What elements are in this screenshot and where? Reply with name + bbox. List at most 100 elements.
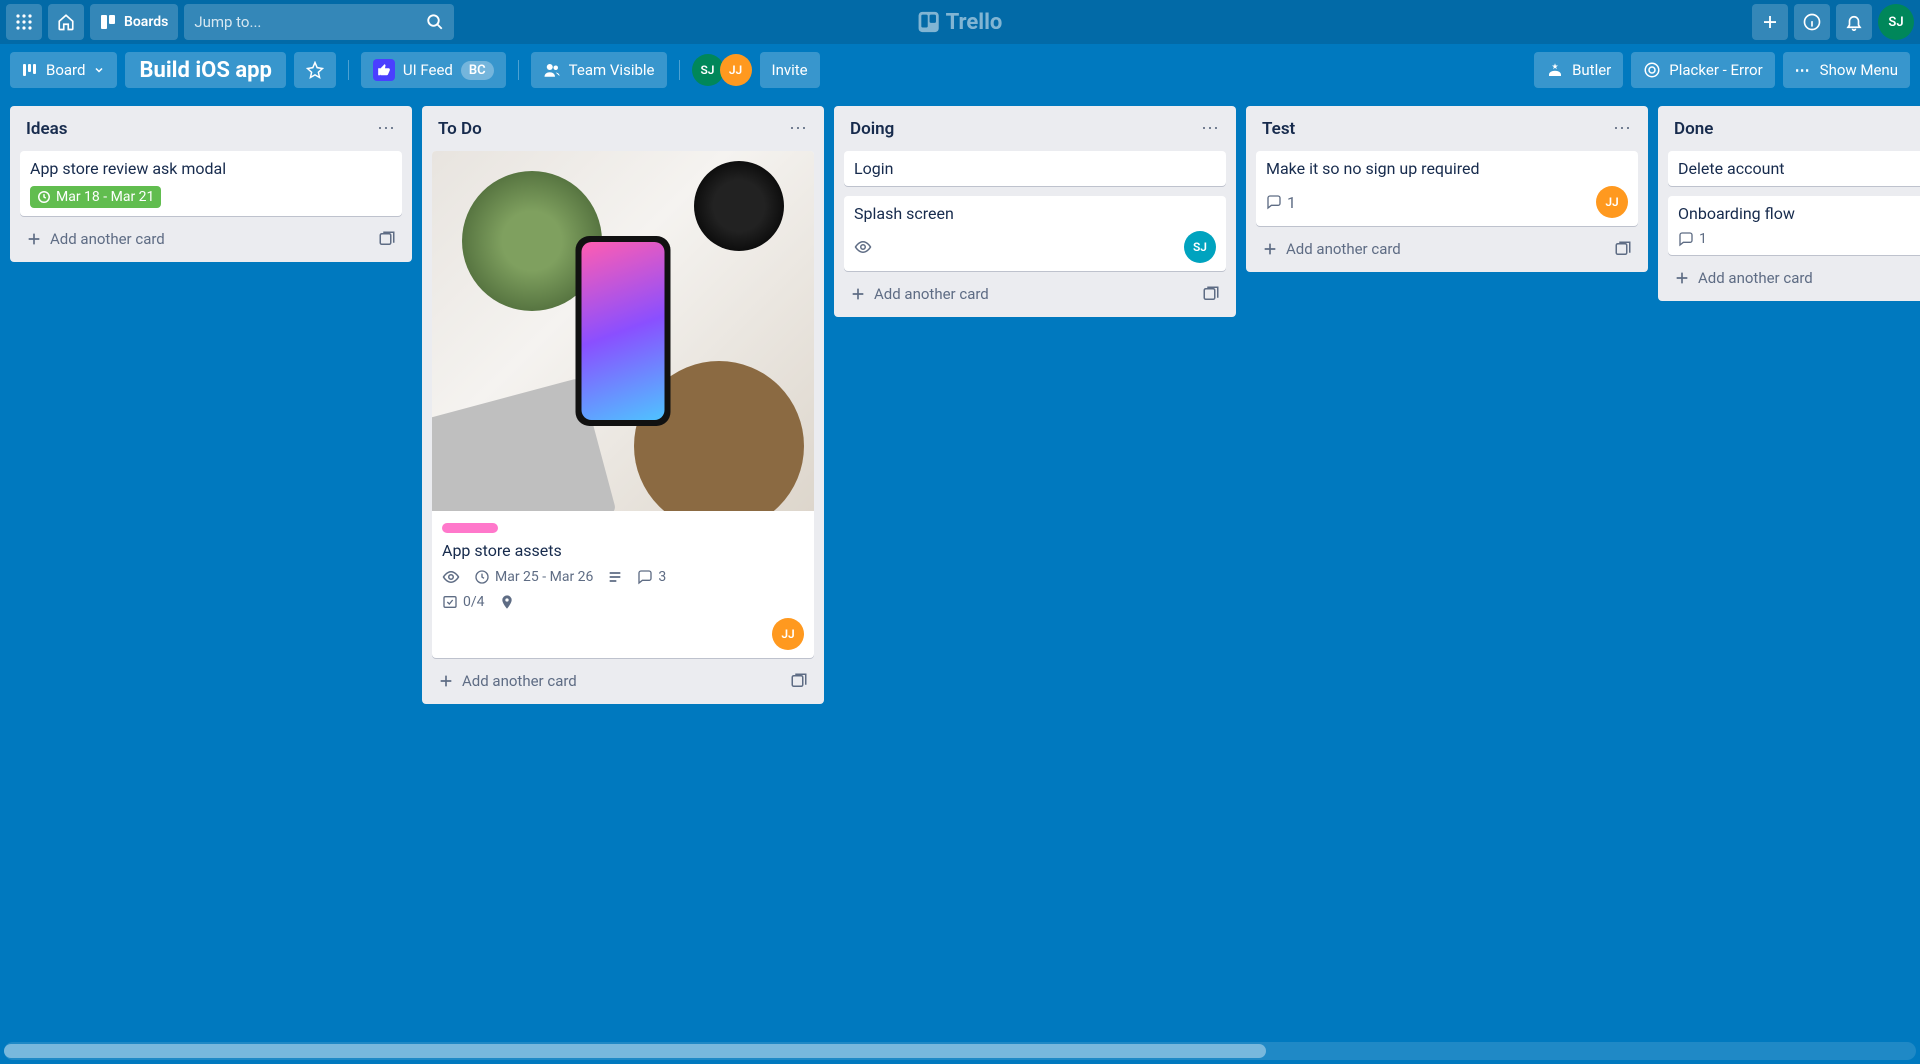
global-header: Boards Trello SJ (0, 0, 1920, 44)
boards-label: Boards (124, 14, 168, 30)
card-title: Delete account (1678, 159, 1918, 178)
add-card-button[interactable]: Add another card (844, 281, 1226, 307)
checklist-badge: 0/4 (442, 594, 485, 610)
placker-button[interactable]: Placker - Error (1631, 52, 1774, 88)
logo[interactable]: Trello (918, 10, 1003, 35)
card[interactable]: App store assets Mar 25 - Mar 26 3 (432, 151, 814, 658)
comments-badge: 1 (1266, 193, 1296, 212)
list-done[interactable]: Done ⋯ Delete account Onboarding flow 1 … (1658, 106, 1920, 301)
plus-icon (1262, 241, 1278, 257)
member-stack[interactable]: SJ JJ (692, 54, 752, 86)
star-button[interactable] (294, 52, 336, 88)
scrollbar-thumb[interactable] (4, 1044, 1266, 1058)
comment-icon (1266, 194, 1282, 210)
card-member-avatar[interactable]: SJ (1184, 231, 1216, 263)
member-avatar[interactable]: SJ (692, 54, 724, 86)
board-title[interactable]: Build iOS app (125, 52, 285, 88)
card-title: Login (854, 159, 1216, 178)
add-card-button[interactable]: Add another card (1256, 236, 1638, 262)
card[interactable]: Login (844, 151, 1226, 186)
board-header: Board Build iOS app UI Feed BC Team Visi… (0, 44, 1920, 96)
list-title[interactable]: Doing (850, 119, 894, 139)
watch-badge (854, 238, 872, 256)
list-title[interactable]: Test (1262, 119, 1295, 139)
template-icon[interactable] (378, 230, 396, 248)
template-icon[interactable] (1614, 240, 1632, 258)
template-icon[interactable] (790, 672, 808, 690)
apps-icon (16, 14, 32, 30)
list-ideas[interactable]: Ideas ⋯ App store review ask modal Mar 1… (10, 106, 412, 262)
card-label-pink[interactable] (442, 523, 498, 533)
add-card-button[interactable]: Add another card (432, 668, 814, 694)
thumbs-up-icon (373, 59, 395, 81)
due-badge: Mar 18 - Mar 21 (30, 186, 161, 208)
list-title[interactable]: Done (1674, 119, 1713, 139)
card-title: Onboarding flow (1678, 204, 1918, 223)
list-menu-button[interactable]: ⋯ (377, 118, 396, 139)
template-icon[interactable] (1202, 285, 1220, 303)
search-box[interactable] (184, 4, 454, 40)
info-button[interactable] (1794, 4, 1830, 40)
board-canvas[interactable]: Ideas ⋯ App store review ask modal Mar 1… (0, 96, 1920, 1044)
bell-icon (1845, 13, 1863, 31)
apps-button[interactable] (6, 4, 42, 40)
plus-icon (850, 286, 866, 302)
header-avatar[interactable]: SJ (1878, 4, 1914, 40)
invite-label: Invite (772, 61, 808, 79)
trello-logo-icon (918, 11, 940, 33)
clock-icon (474, 569, 490, 585)
card-title: App store assets (442, 541, 804, 560)
team-visible-button[interactable]: Team Visible (531, 52, 667, 88)
chevron-down-icon (93, 64, 105, 76)
search-input[interactable] (194, 13, 426, 31)
card-member-avatar[interactable]: JJ (772, 618, 804, 650)
plus-icon (1674, 270, 1690, 286)
card[interactable]: Onboarding flow 1 (1668, 196, 1920, 255)
list-doing[interactable]: Doing ⋯ Login Splash screen SJ Add anoth… (834, 106, 1236, 317)
logo-text: Trello (946, 10, 1003, 35)
add-card-label: Add another card (1286, 240, 1401, 258)
list-todo[interactable]: To Do ⋯ App store assets Mar 25 - Mar 26 (422, 106, 824, 704)
separator (518, 60, 519, 80)
location-icon (499, 594, 515, 610)
butler-button[interactable]: Butler (1534, 52, 1623, 88)
list-test[interactable]: Test ⋯ Make it so no sign up required 1 … (1246, 106, 1648, 272)
add-card-label: Add another card (1698, 269, 1813, 287)
ui-feed-button[interactable]: UI Feed BC (361, 52, 506, 88)
location-badge (499, 594, 515, 610)
view-switch-button[interactable]: Board (10, 52, 117, 88)
invite-button[interactable]: Invite (760, 52, 820, 88)
add-card-button[interactable]: Add another card (1668, 265, 1920, 291)
list-title[interactable]: To Do (438, 119, 482, 139)
description-icon (607, 569, 623, 585)
card-member-avatar[interactable]: JJ (1596, 186, 1628, 218)
comments-count: 1 (1287, 193, 1296, 212)
star-icon (306, 61, 324, 79)
clock-icon (37, 190, 51, 204)
home-button[interactable] (48, 4, 84, 40)
card-title: Make it so no sign up required (1266, 159, 1628, 178)
notifications-button[interactable] (1836, 4, 1872, 40)
list-menu-button[interactable]: ⋯ (1613, 118, 1632, 139)
checklist-count: 0/4 (463, 594, 485, 610)
plus-icon (438, 673, 454, 689)
eye-icon (442, 568, 460, 586)
card[interactable]: Splash screen SJ (844, 196, 1226, 271)
list-menu-button[interactable]: ⋯ (789, 118, 808, 139)
card[interactable]: Make it so no sign up required 1 JJ (1256, 151, 1638, 226)
card[interactable]: App store review ask modal Mar 18 - Mar … (20, 151, 402, 216)
list-title[interactable]: Ideas (26, 119, 67, 139)
create-button[interactable] (1752, 4, 1788, 40)
info-icon (1803, 13, 1821, 31)
card[interactable]: Delete account (1668, 151, 1920, 186)
dots-icon: ⋯ (1795, 61, 1812, 79)
show-menu-button[interactable]: ⋯ Show Menu (1783, 52, 1910, 88)
separator (348, 60, 349, 80)
boards-button[interactable]: Boards (90, 4, 178, 40)
horizontal-scrollbar[interactable] (4, 1042, 1916, 1060)
list-menu-button[interactable]: ⋯ (1201, 118, 1220, 139)
add-card-button[interactable]: Add another card (20, 226, 402, 252)
member-avatar[interactable]: JJ (720, 54, 752, 86)
comment-icon (1678, 231, 1694, 247)
card-cover-image (432, 151, 814, 511)
